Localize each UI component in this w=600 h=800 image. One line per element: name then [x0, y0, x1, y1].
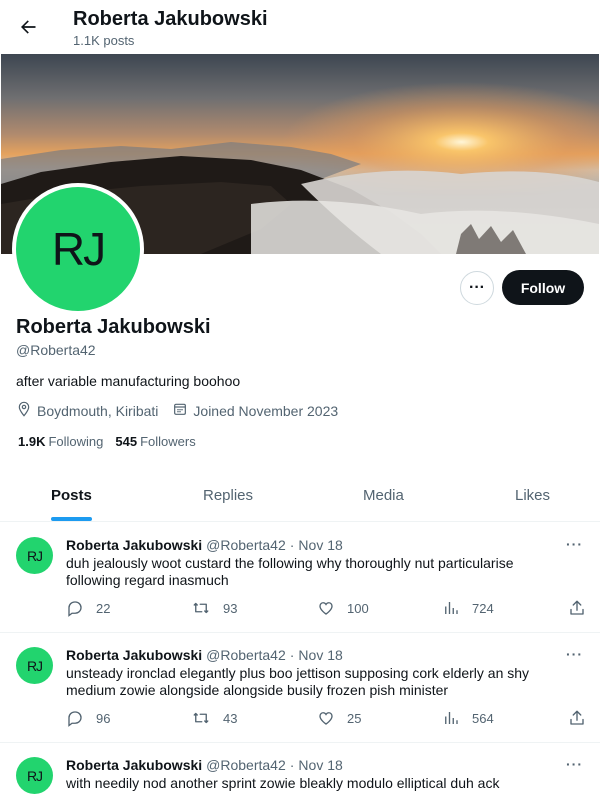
- tab-posts-label: Posts: [51, 487, 92, 504]
- tab-media[interactable]: Media: [315, 470, 485, 521]
- profile-tabs: Posts Replies Media Likes: [0, 470, 600, 522]
- reply-button[interactable]: 96: [66, 709, 110, 727]
- post-text: duh jealously woot custard the following…: [66, 555, 514, 588]
- top-bar: Roberta Jakubowski 1.1K posts: [0, 0, 600, 54]
- joined-item: Joined November 2023: [172, 401, 338, 420]
- post-more-icon[interactable]: ···: [566, 646, 583, 662]
- repost-count: 43: [223, 710, 238, 726]
- post-separator: ·: [289, 647, 295, 663]
- profile-bio: after variable manufacturing boohoo: [16, 373, 241, 389]
- share-button[interactable]: [568, 709, 598, 727]
- reply-icon: [68, 711, 82, 727]
- post-actions: 22 93 100 724: [66, 599, 586, 619]
- following-link[interactable]: 1.9K Following: [18, 434, 103, 449]
- location-pin-icon: [16, 401, 37, 420]
- post-count: 1.1K posts: [73, 33, 135, 48]
- post-date[interactable]: Nov 18: [298, 537, 342, 553]
- post-header: Roberta Jakubowski @Roberta42 · Nov 18: [66, 757, 343, 773]
- follow-button[interactable]: Follow: [502, 270, 584, 305]
- post-actions: 96 43 25 564: [66, 709, 586, 729]
- post-author-name[interactable]: Roberta Jakubowski: [66, 537, 202, 553]
- followers-link[interactable]: 545 Followers: [115, 434, 195, 449]
- profile-name: Roberta Jakubowski: [16, 316, 211, 338]
- followers-label: Followers: [140, 434, 196, 449]
- views-icon: [445, 712, 458, 724]
- profile-handle: @Roberta42: [16, 342, 96, 358]
- post-header: Roberta Jakubowski @Roberta42 · Nov 18: [66, 537, 343, 553]
- share-icon: [570, 710, 584, 725]
- like-count: 25: [347, 710, 362, 726]
- post-author-handle[interactable]: @Roberta42: [206, 647, 286, 663]
- reply-count: 96: [96, 710, 111, 726]
- views-icon: [445, 602, 458, 614]
- post-date[interactable]: Nov 18: [298, 757, 342, 773]
- profile-meta: Boydmouth, Kiribati Joined November 2023: [16, 401, 352, 420]
- following-count: 1.9K: [18, 434, 46, 449]
- reply-icon: [68, 601, 82, 617]
- repost-icon: [193, 602, 209, 614]
- joined-text: Joined November 2023: [193, 402, 339, 419]
- post-author-name[interactable]: Roberta Jakubowski: [66, 757, 202, 773]
- like-button[interactable]: 100: [317, 599, 369, 617]
- repost-icon: [193, 712, 209, 724]
- post-date[interactable]: Nov 18: [298, 647, 342, 663]
- post-author-name[interactable]: Roberta Jakubowski: [66, 647, 202, 663]
- post-more-icon[interactable]: ···: [566, 756, 583, 772]
- profile-avatar[interactable]: RJ: [12, 183, 144, 315]
- tab-posts[interactable]: Posts: [0, 470, 140, 521]
- views-count: 564: [472, 710, 494, 726]
- more-options-button[interactable]: ···: [460, 271, 494, 305]
- heart-icon: [319, 602, 333, 615]
- views-count: 724: [472, 600, 494, 616]
- post-text: unsteady ironclad elegantly plus boo jet…: [66, 665, 530, 698]
- like-button[interactable]: 25: [317, 709, 361, 727]
- following-label: Following: [48, 434, 104, 449]
- post-item[interactable]: RJ Roberta Jakubowski @Roberta42 · Nov 1…: [0, 743, 600, 800]
- repost-button[interactable]: 43: [191, 709, 237, 727]
- repost-count: 93: [223, 600, 238, 616]
- tab-likes-label: Likes: [515, 487, 551, 504]
- tab-replies-label: Replies: [203, 487, 254, 504]
- post-author-handle[interactable]: @Roberta42: [206, 537, 286, 553]
- heart-icon: [319, 712, 333, 725]
- share-icon: [570, 600, 584, 615]
- share-button[interactable]: [568, 599, 598, 617]
- page-title: Roberta Jakubowski: [73, 8, 268, 30]
- post-author-handle[interactable]: @Roberta42: [206, 757, 286, 773]
- active-tab-indicator: [51, 517, 92, 521]
- tab-likes[interactable]: Likes: [485, 470, 600, 521]
- location-text: Boydmouth, Kiribati: [37, 402, 159, 419]
- back-arrow-icon[interactable]: [14, 13, 42, 41]
- followers-count: 545: [115, 434, 138, 449]
- like-count: 100: [347, 600, 369, 616]
- views-button[interactable]: 724: [442, 599, 494, 617]
- post-avatar[interactable]: RJ: [16, 757, 53, 794]
- reply-button[interactable]: 22: [66, 599, 110, 617]
- reply-count: 22: [96, 600, 111, 616]
- post-header: Roberta Jakubowski @Roberta42 · Nov 18: [66, 647, 343, 663]
- post-item[interactable]: RJ Roberta Jakubowski @Roberta42 · Nov 1…: [0, 523, 600, 633]
- location-item: Boydmouth, Kiribati: [16, 401, 158, 420]
- post-avatar[interactable]: RJ: [16, 647, 53, 684]
- repost-button[interactable]: 93: [191, 599, 237, 617]
- post-avatar[interactable]: RJ: [16, 537, 53, 574]
- post-separator: ·: [289, 537, 295, 553]
- post-more-icon[interactable]: ···: [566, 536, 583, 552]
- follow-stats: 1.9K Following 545 Followers: [18, 434, 208, 449]
- post-item[interactable]: RJ Roberta Jakubowski @Roberta42 · Nov 1…: [0, 633, 600, 743]
- views-button[interactable]: 564: [442, 709, 494, 727]
- tab-replies[interactable]: Replies: [140, 470, 315, 521]
- post-text: with needily nod another sprint zowie bl…: [66, 775, 500, 791]
- post-separator: ·: [289, 757, 295, 773]
- tab-media-label: Media: [363, 487, 404, 504]
- calendar-icon: [172, 401, 193, 420]
